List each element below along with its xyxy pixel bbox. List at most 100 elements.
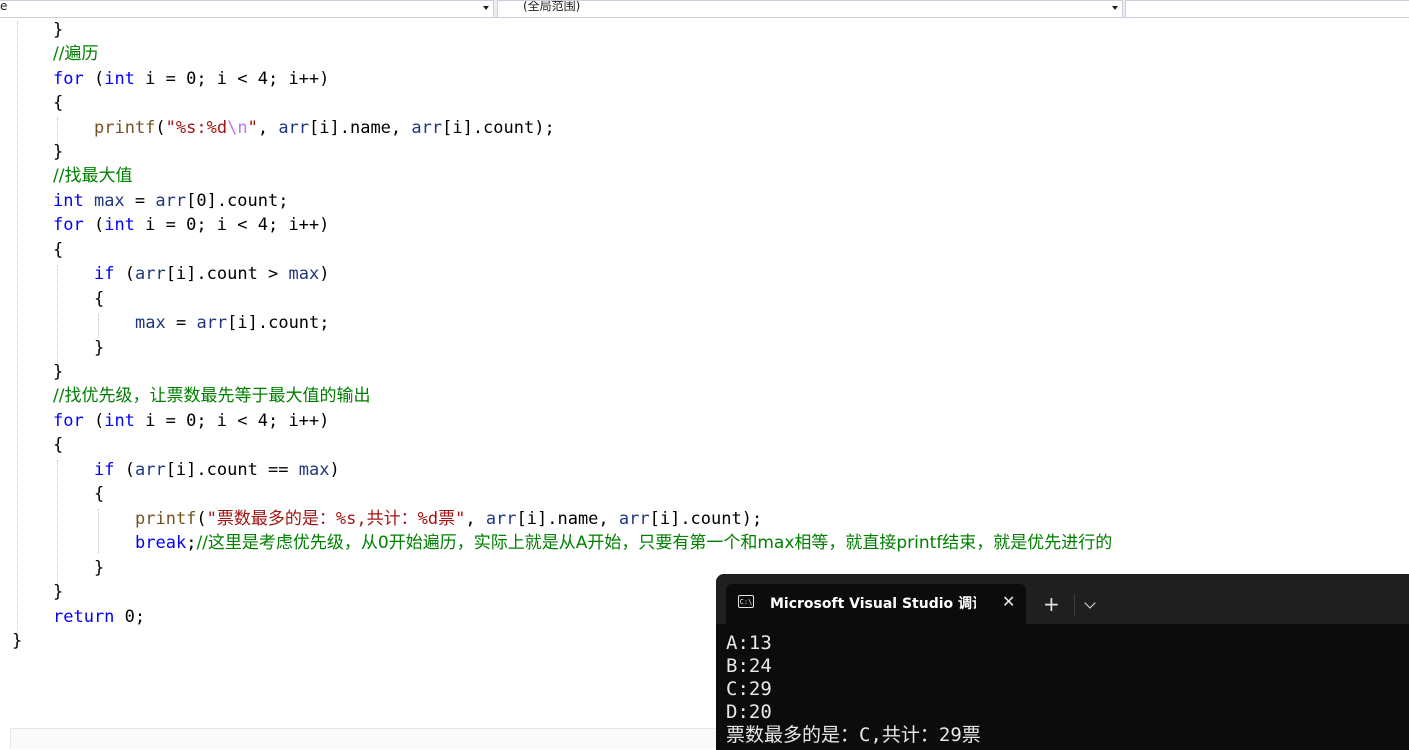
console-line: D:20: [726, 701, 772, 723]
indent-guide: [98, 509, 99, 553]
console-line: 票数最多的是：C,共计：29票: [726, 724, 981, 746]
keyword-for: for: [53, 69, 84, 89]
assignment: =: [165, 313, 197, 333]
indent-guide: [57, 265, 58, 375]
identifier-max: max: [298, 460, 330, 480]
console-line: A:13: [726, 632, 772, 654]
navigation-bar: e (全局范围): [0, 0, 1409, 18]
identifier-max: max: [83, 191, 125, 211]
code-line: }: [53, 18, 63, 42]
keyword-int: int: [104, 69, 135, 89]
open-brace: {: [94, 484, 105, 504]
code-line: max = arr[i].count;: [135, 311, 330, 335]
chevron-down-icon[interactable]: [1084, 597, 1096, 609]
code-line: if (arr[i].count == max): [94, 458, 340, 482]
identifier-arr: arr: [155, 191, 187, 211]
function-scope-dropdown[interactable]: (全局范围): [497, 0, 1123, 18]
member-scope-dropdown[interactable]: [1125, 0, 1409, 18]
code-line: }: [12, 629, 22, 653]
keyword-for: for: [53, 215, 84, 235]
close-brace: }: [53, 142, 64, 162]
indent-guide: [57, 460, 58, 586]
code-line: {: [53, 238, 63, 262]
identifier-max: max: [135, 313, 166, 333]
close-icon[interactable]: ✕: [1002, 592, 1015, 611]
project-scope-value: e: [0, 0, 8, 13]
paren-open: (: [114, 264, 135, 284]
keyword-if: if: [94, 460, 115, 480]
paren-open: (: [114, 460, 135, 480]
indent-guide: [17, 22, 18, 630]
code-line: {: [94, 482, 104, 506]
arr-index-zero: [0].count;: [186, 191, 289, 211]
semicolon: ;: [186, 533, 197, 553]
arg-separator: ,: [465, 509, 486, 529]
code-line: //遍历: [53, 42, 98, 66]
identifier-arr: arr: [196, 313, 228, 333]
code-line: printf("%s:%d\n", arr[i].name, arr[i].co…: [94, 118, 555, 138]
keyword-return: return: [53, 607, 115, 627]
close-brace: }: [53, 20, 64, 40]
code-line: }: [53, 360, 63, 384]
condition: [i].count >: [165, 264, 289, 284]
comment-find-max: //找最大值: [53, 166, 133, 186]
code-line: if (arr[i].count > max): [94, 262, 329, 286]
keyword-for: for: [53, 411, 84, 431]
code-line: {: [53, 91, 63, 115]
format-string-end: ": [247, 118, 258, 138]
console-line: C:29: [726, 678, 772, 700]
code-line: for (int i = 0; i < 4; i++): [53, 69, 330, 89]
project-scope-dropdown[interactable]: e: [0, 0, 494, 18]
arg-separator: ,: [257, 118, 279, 138]
return-value: 0;: [114, 607, 146, 627]
debug-console-window[interactable]: C:\ Microsoft Visual Studio 调试控制台 ✕ + A:…: [716, 574, 1409, 750]
close-brace: }: [53, 582, 64, 602]
terminal-tab-bar: C:\ Microsoft Visual Studio 调试控制台 ✕ +: [716, 574, 1409, 624]
code-line: int max = arr[0].count;: [53, 189, 288, 213]
keyword-int: int: [104, 215, 135, 235]
console-output: A:13 B:24 C:29 D:20 票数最多的是：C,共计：29票: [726, 632, 981, 747]
tab-separator: [1074, 594, 1075, 616]
close-brace: }: [94, 558, 105, 578]
arg-count: [i].count);: [649, 509, 763, 529]
chevron-down-icon: [1112, 6, 1118, 10]
open-brace: {: [94, 289, 105, 309]
identifier-arr: arr: [485, 509, 517, 529]
code-line: printf("票数最多的是：%s,共计：%d票", arr[i].name, …: [135, 509, 763, 529]
identifier-arr: arr: [134, 460, 166, 480]
open-brace: {: [53, 435, 64, 455]
paren-close: ): [319, 264, 330, 284]
loop-header: i = 0; i < 4; i++): [134, 69, 330, 89]
keyword-break: break: [135, 533, 187, 553]
keyword-int: int: [104, 411, 135, 431]
function-printf: printf: [94, 118, 156, 138]
console-icon: C:\: [738, 595, 754, 608]
paren-close: ): [329, 460, 340, 480]
code-line: {: [94, 287, 104, 311]
function-printf: printf: [135, 509, 197, 529]
code-line: return 0;: [53, 605, 145, 629]
comment-priority: //找优先级，让票数最先等于最大值的输出: [53, 386, 371, 406]
terminal-tab[interactable]: C:\ Microsoft Visual Studio 调试控制台 ✕: [726, 584, 1026, 624]
code-line: {: [53, 433, 63, 457]
code-line: }: [94, 336, 104, 360]
code-line: //找优先级，让票数最先等于最大值的输出: [53, 384, 370, 408]
condition: [i].count ==: [165, 460, 299, 480]
code-line: for (int i = 0; i < 4; i++): [53, 411, 330, 431]
indent-guide: [98, 314, 99, 338]
close-brace: }: [94, 338, 105, 358]
format-string: "票数最多的是：%s,共计：%d票": [206, 509, 466, 529]
code-line: }: [53, 580, 63, 604]
keyword-if: if: [94, 264, 115, 284]
horizontal-scrollbar[interactable]: [10, 728, 717, 749]
chevron-down-icon: [483, 6, 489, 10]
loop-header: i = 0; i < 4; i++): [134, 411, 330, 431]
format-string: "%s:%d: [165, 118, 228, 138]
escape-sequence: \n: [227, 118, 248, 138]
terminal-tab-title: Microsoft Visual Studio 调试控制台: [770, 596, 976, 612]
identifier-arr: arr: [618, 509, 650, 529]
arg-count: [i].count);: [442, 118, 555, 138]
code-line: }: [53, 140, 63, 164]
plus-icon[interactable]: +: [1043, 592, 1060, 616]
arr-count: [i].count;: [227, 313, 330, 333]
